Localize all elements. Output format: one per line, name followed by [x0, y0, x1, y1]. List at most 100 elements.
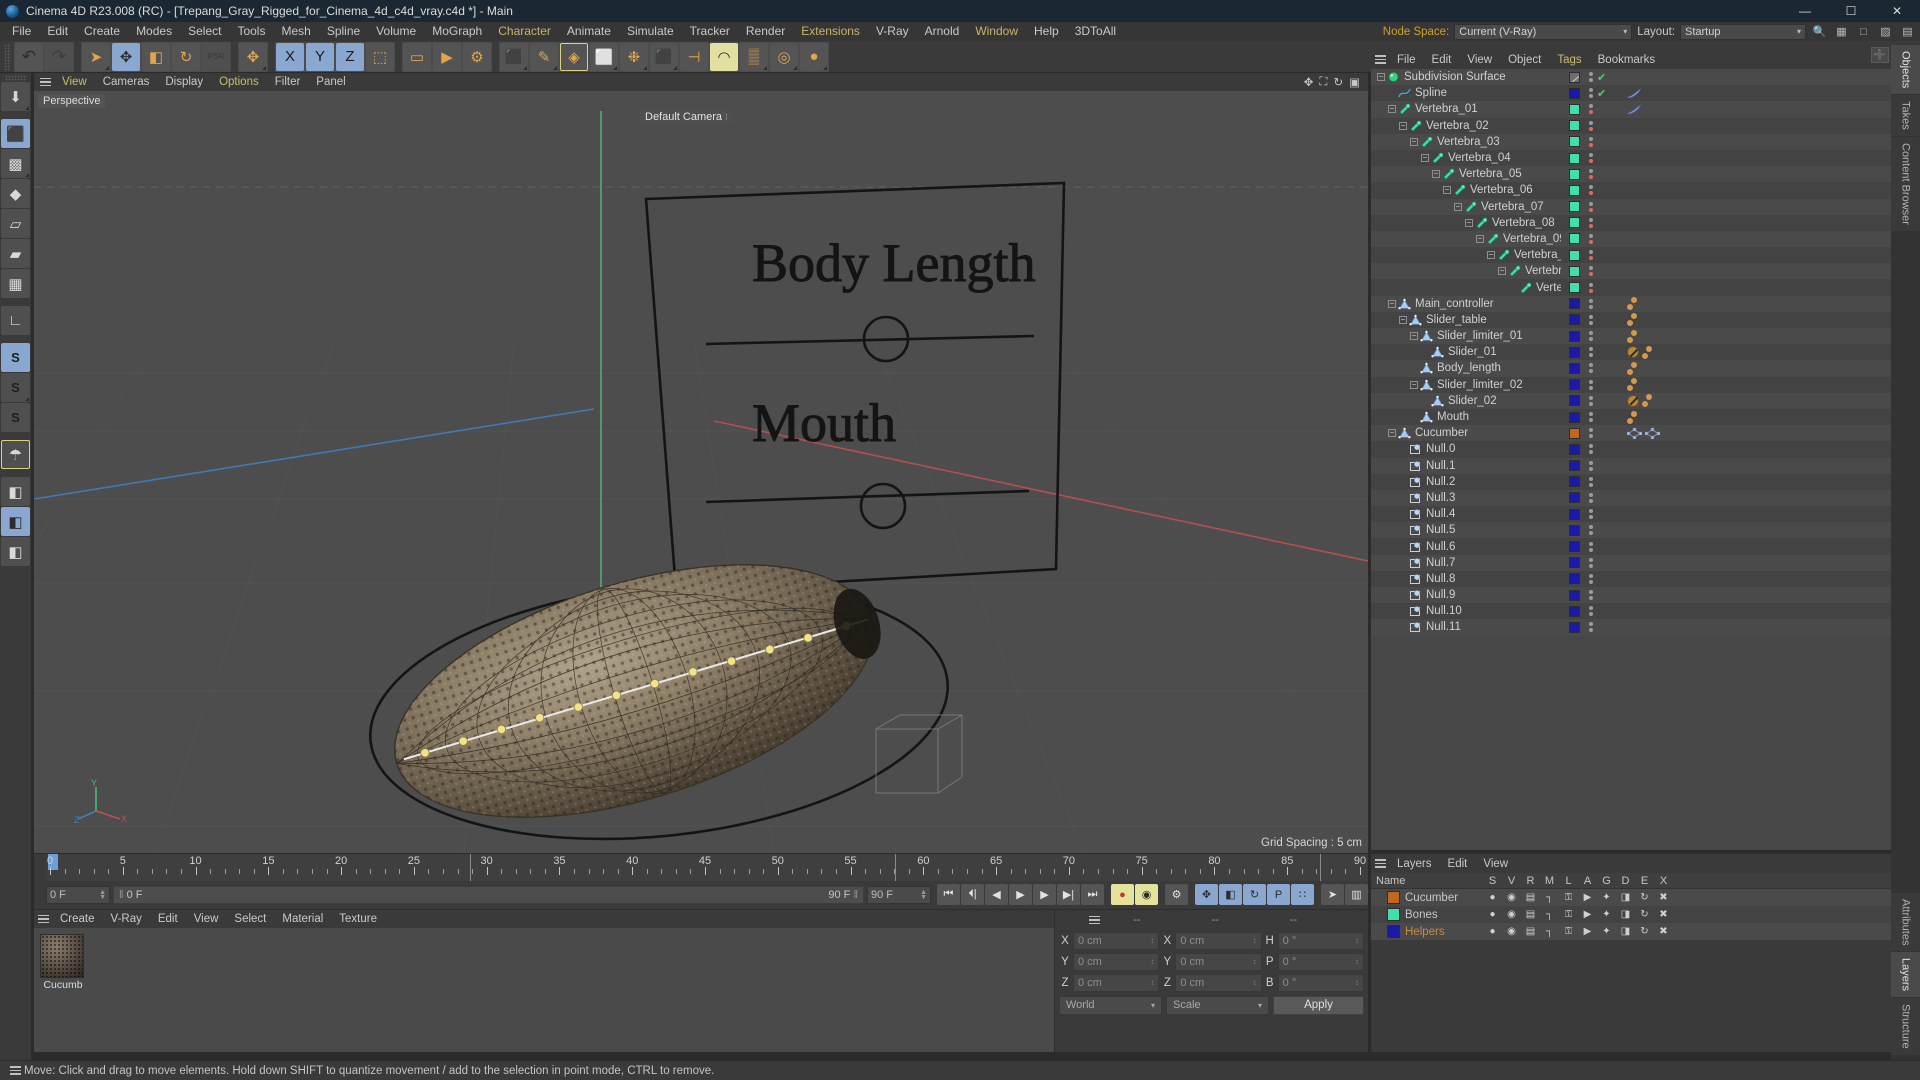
layer-row-helpers[interactable]: Helpers ● ◉ ▤ ┐ ⚿ ▶ ✦ ◨ ↻ ✖	[1371, 923, 1891, 940]
left-toolbar-drag-handle[interactable]	[4, 75, 27, 81]
object-visibility-swatch[interactable]	[1561, 362, 1587, 374]
spinner-icon[interactable]: ↕	[1355, 957, 1359, 966]
render-visibility-dot[interactable]	[1589, 126, 1593, 131]
menu-item-character[interactable]: Character	[490, 24, 559, 38]
object-row-mouth[interactable]: Mouth	[1371, 408, 1891, 426]
layer-toggle-xref[interactable]: ✖	[1654, 909, 1673, 920]
spinner-icon[interactable]: ↕	[1150, 957, 1154, 966]
visibility-dots[interactable]	[1589, 428, 1593, 439]
menu-item-volume[interactable]: Volume	[368, 24, 424, 38]
object-visibility-swatch[interactable]	[1561, 443, 1587, 455]
menu-item-edit[interactable]: Edit	[39, 24, 76, 38]
visibility-dots[interactable]	[1589, 314, 1593, 325]
viewport-menu-display[interactable]: Display	[157, 76, 211, 88]
previous-key-button[interactable]: ⏴|	[961, 884, 984, 905]
render-visibility-dot[interactable]	[1589, 418, 1593, 423]
layer-toggle-deformers[interactable]: ◨	[1616, 892, 1635, 903]
workplane-magnet-button[interactable]: ☂	[1, 440, 30, 469]
object-visibility-swatch[interactable]	[1561, 71, 1587, 83]
editor-visibility-dot[interactable]	[1589, 169, 1593, 174]
point-cache-tag-icon[interactable]	[1627, 427, 1642, 440]
menu-item-v-ray[interactable]: V-Ray	[868, 24, 917, 38]
viewport-menu-options[interactable]: Options	[211, 76, 267, 88]
layer-toggle-locked[interactable]: ⚿	[1559, 909, 1578, 920]
y-axis-lock[interactable]: Y	[306, 42, 334, 71]
protection-tag-icon[interactable]	[1627, 394, 1639, 407]
menu-item-arnold[interactable]: Arnold	[917, 24, 968, 38]
point-level-animation-button[interactable]: ∷	[1291, 884, 1314, 905]
material-menu-icon[interactable]	[34, 911, 52, 927]
xpresso-tag-icon[interactable]	[1627, 410, 1637, 424]
render-visibility-dot[interactable]	[1589, 272, 1593, 277]
render-visibility-dot[interactable]	[1589, 191, 1593, 196]
visibility-dots[interactable]	[1589, 185, 1593, 196]
object-visibility-swatch[interactable]	[1561, 233, 1587, 245]
object-visibility-swatch[interactable]	[1561, 120, 1587, 132]
object-visibility-swatch[interactable]	[1561, 249, 1587, 261]
object-row-subdivision-surface[interactable]: − Subdivision Surface ✔	[1371, 69, 1891, 86]
object-visibility-swatch[interactable]	[1561, 282, 1587, 294]
parameter-key-button[interactable]: P	[1267, 884, 1290, 905]
undo-button[interactable]: ↶	[15, 42, 43, 71]
render-visibility-dot[interactable]	[1589, 498, 1593, 503]
coordinate-field-rotation-h[interactable]: 0 ° ↕	[1277, 931, 1364, 950]
render-settings-button[interactable]: ⚙	[463, 42, 491, 71]
coordinate-field-size-y[interactable]: 0 cm ↕	[1175, 952, 1262, 971]
move-axis-tool[interactable]: ✥	[239, 42, 267, 71]
spinner-icon[interactable]: ▲ ▼	[920, 889, 927, 901]
viewport-perspective-label[interactable]: Perspective	[38, 94, 106, 108]
panel-help-icon[interactable]: ▤	[1899, 24, 1916, 40]
editor-visibility-dot[interactable]	[1589, 363, 1593, 368]
render-visibility-dot[interactable]	[1589, 385, 1593, 390]
editor-visibility-dot[interactable]	[1589, 331, 1593, 336]
play-button[interactable]: ▶	[1009, 884, 1032, 905]
menu-item-create[interactable]: Create	[76, 24, 128, 38]
object-row-main-controller[interactable]: − Main_controller	[1371, 295, 1891, 312]
object-row-null-11[interactable]: Null.11	[1371, 619, 1891, 636]
layer-toggle-expressions[interactable]: ↻	[1635, 892, 1654, 903]
expand-toggle-icon[interactable]: −	[1465, 218, 1473, 227]
world-object-coordinates[interactable]: ⬚	[366, 42, 394, 71]
editor-visibility-dot[interactable]	[1589, 492, 1593, 497]
xpresso-tag-icon[interactable]	[1627, 313, 1637, 327]
spinner-icon[interactable]: ↕	[1355, 978, 1359, 987]
coordinate-space-select[interactable]: World ▾	[1059, 995, 1162, 1015]
object-row-null-3[interactable]: Null.3	[1371, 489, 1891, 507]
layer-toggle-visible[interactable]: ◉	[1502, 926, 1521, 937]
expand-toggle-icon[interactable]: −	[1399, 315, 1407, 324]
object-row-vertebra-08[interactable]: − Vertebra_08	[1371, 214, 1891, 231]
viewport-move-icon[interactable]: ✥	[1304, 75, 1314, 89]
add-deformer-button[interactable]: ❉	[620, 42, 648, 71]
lock-workplane-button[interactable]: ◧	[1, 507, 30, 536]
object-visibility-swatch[interactable]	[1561, 330, 1587, 342]
expand-toggle-icon[interactable]: −	[1410, 137, 1418, 146]
render-visibility-dot[interactable]	[1589, 320, 1593, 325]
render-visibility-dot[interactable]	[1589, 159, 1593, 164]
object-menu-object[interactable]: Object	[1500, 54, 1549, 66]
visibility-dots[interactable]	[1589, 557, 1593, 568]
render-visibility-dot[interactable]	[1589, 142, 1593, 147]
editor-visibility-dot[interactable]	[1589, 444, 1593, 449]
layout-grid-icon[interactable]: ▦	[1833, 24, 1850, 40]
object-row-null-0[interactable]: Null.0	[1371, 441, 1891, 458]
x-axis-lock[interactable]: X	[276, 42, 304, 71]
viewport-menu-panel[interactable]: Panel	[308, 76, 353, 88]
editor-visibility-dot[interactable]	[1589, 282, 1593, 287]
material-item[interactable]: Cucumb	[40, 934, 86, 991]
object-row-vertebra-07[interactable]: − Vertebra_07	[1371, 198, 1891, 215]
expand-toggle-icon[interactable]: −	[1399, 121, 1407, 130]
render-visibility-dot[interactable]	[1589, 175, 1593, 180]
render-visibility-dot[interactable]	[1589, 547, 1593, 552]
object-visibility-swatch[interactable]	[1561, 541, 1587, 553]
editor-visibility-dot[interactable]	[1589, 541, 1593, 546]
vertical-tab-structure[interactable]: Structure	[1891, 998, 1920, 1055]
coordinate-field-rotation-p[interactable]: 0 ° ↕	[1277, 952, 1364, 971]
menu-item-file[interactable]: File	[4, 24, 39, 38]
render-visibility-dot[interactable]	[1589, 450, 1593, 455]
editor-visibility-dot[interactable]	[1589, 347, 1593, 352]
object-visibility-swatch[interactable]	[1561, 476, 1587, 488]
render-visibility-dot[interactable]	[1589, 401, 1593, 406]
expand-toggle-icon[interactable]: −	[1454, 202, 1462, 211]
uv-mode-button[interactable]: ▦	[1, 269, 30, 298]
editor-visibility-dot[interactable]	[1589, 136, 1593, 141]
